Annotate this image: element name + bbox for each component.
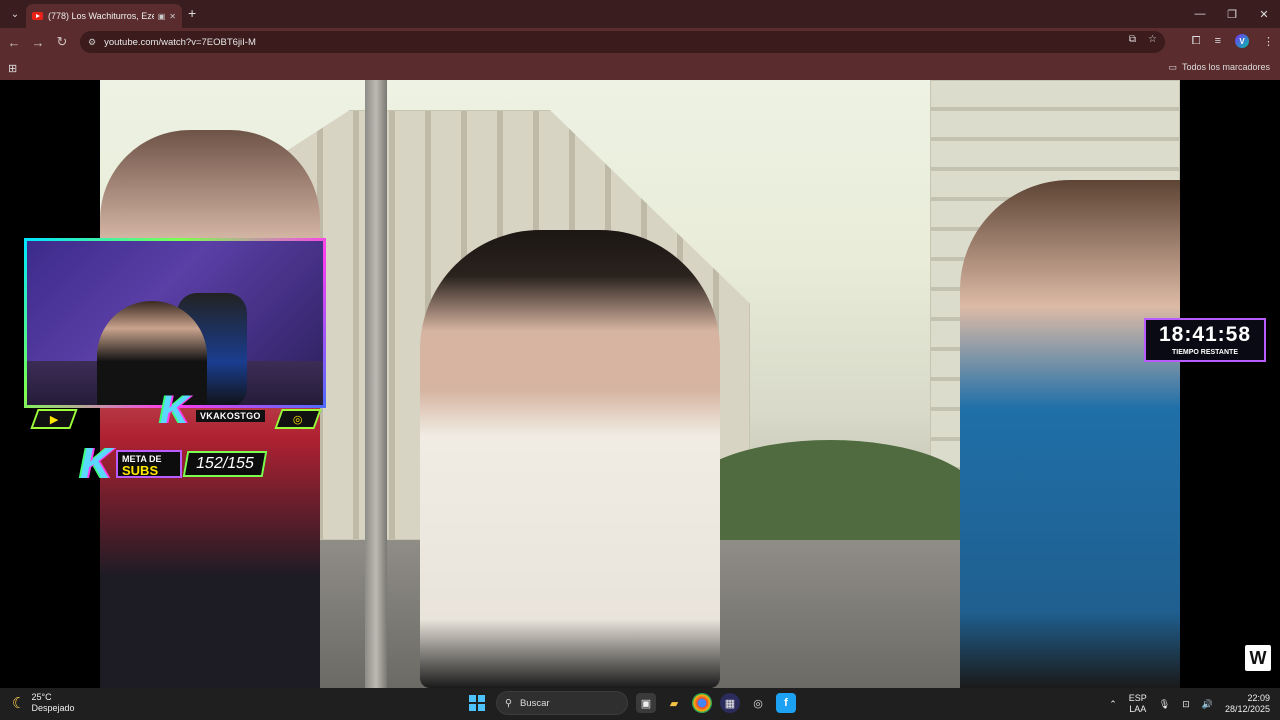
street-pole [365, 80, 387, 688]
microphone-icon[interactable]: 🎙 [1159, 699, 1170, 710]
taskbar: ☾ 25°C Despejado ⚲ Buscar ▣ ▰ ▦ ◎ f ⌃ ES… [0, 688, 1280, 720]
dancer-right [960, 180, 1180, 688]
lang-layout: LAA [1129, 704, 1147, 714]
dancer-center [420, 230, 720, 688]
weather-condition: Despejado [31, 703, 75, 713]
k-logo: K [160, 388, 189, 432]
moon-icon: ☾ [12, 695, 26, 712]
restore-button[interactable]: ❐ [1216, 0, 1248, 28]
timer-value: 18:41:58 [1158, 323, 1252, 346]
countdown-timer: 18:41:58 TIEMPO RESTANTE [1144, 318, 1266, 362]
watermark-badge: W [1245, 645, 1271, 671]
webcam-frame [24, 238, 326, 408]
apps-grid-icon[interactable]: ⊞ [8, 62, 17, 75]
menu-icon[interactable]: ⋮ [1263, 35, 1274, 48]
subs-goal-label: META DE SUBS [116, 450, 182, 478]
back-button[interactable]: ← [2, 35, 26, 50]
site-info-icon[interactable]: ⚙ [88, 37, 96, 48]
bookmarks-bar: ⊞ ▭ Todos los marcadores [0, 56, 1280, 80]
facebook-icon[interactable]: f [776, 693, 796, 713]
k-logo-small: K [80, 439, 112, 488]
clock[interactable]: 22:09 28/12/2025 [1225, 693, 1270, 715]
media-icon[interactable]: ▣ [158, 12, 166, 21]
task-view-icon[interactable]: ▣ [636, 693, 656, 713]
network-icon[interactable]: ⊡ [1182, 699, 1190, 710]
app-icon[interactable]: ▦ [720, 693, 740, 713]
url-text: youtube.com/watch?v=7EOBT6jiI-M [104, 36, 256, 48]
youtube-icon [32, 12, 43, 20]
window-controls: — ❐ ✕ [1184, 0, 1280, 28]
volume-icon[interactable]: 🔊 [1202, 699, 1213, 710]
clock-date: 28/12/2025 [1224, 704, 1270, 714]
temperature: 25°C [31, 692, 52, 702]
browser-toolbar: ← → ↻ ⚙ youtube.com/watch?v=7EOBT6jiI-M … [0, 28, 1280, 56]
chrome-icon[interactable] [692, 693, 712, 713]
search-placeholder: Buscar [519, 697, 550, 709]
youtube-social-icon: ▶ [30, 409, 78, 429]
streamer-handle: VKAKOSTGO [196, 410, 265, 422]
tab-youtube[interactable]: (778) Los Wachiturros, Ezeq ▣ ✕ [26, 4, 182, 28]
extensions-icon[interactable]: ⧠ [1192, 35, 1201, 48]
tab-strip: ⌄ (778) Los Wachiturros, Ezeq ▣ ✕ + — ❐ … [0, 0, 1280, 28]
close-tab-icon[interactable]: ✕ [169, 12, 176, 21]
reload-button[interactable]: ↻ [50, 34, 74, 50]
subs-goal-widget: K META DE SUBS 152/155 [80, 440, 268, 488]
minimize-button[interactable]: — [1184, 0, 1216, 28]
timer-label: TIEMPO RESTANTE [1172, 349, 1238, 356]
address-bar[interactable]: ⚙ youtube.com/watch?v=7EOBT6jiI-M ⧉ ☆ [80, 31, 1165, 53]
lang-code: ESP [1128, 693, 1147, 703]
folder-icon: ▭ [1168, 62, 1177, 72]
install-icon[interactable]: ⧉ [1129, 34, 1136, 45]
file-explorer-icon[interactable]: ▰ [664, 693, 684, 713]
language-indicator[interactable]: ESP LAA [1129, 693, 1147, 715]
all-bookmarks-button[interactable]: ▭ Todos los marcadores [1168, 62, 1270, 73]
chevron-up-icon[interactable]: ⌃ [1109, 699, 1117, 710]
taskbar-search[interactable]: ⚲ Buscar [496, 691, 628, 715]
all-bookmarks-label: Todos los marcadores [1181, 62, 1270, 72]
tab-title: (778) Los Wachiturros, Ezeq [48, 11, 154, 21]
media-controls-icon[interactable]: ≡ [1215, 35, 1221, 47]
instagram-social-icon: ◎ [274, 409, 322, 429]
start-button[interactable] [466, 692, 488, 714]
profile-avatar[interactable]: V [1235, 34, 1249, 48]
bookmark-star-icon[interactable]: ☆ [1148, 34, 1157, 45]
subs-count: 152/155 [182, 451, 268, 477]
forward-button[interactable]: → [26, 35, 50, 50]
meta-label-line2: SUBS [122, 463, 159, 478]
new-tab-button[interactable]: + [188, 5, 196, 21]
tab-search-button[interactable]: ⌄ [3, 4, 27, 24]
clock-time: 22:09 [1247, 693, 1270, 703]
search-icon: ⚲ [505, 697, 512, 709]
obs-icon[interactable]: ◎ [748, 693, 768, 713]
close-window-button[interactable]: ✕ [1248, 0, 1280, 28]
weather-widget[interactable]: ☾ 25°C Despejado [12, 692, 74, 714]
system-tray: ⌃ ESP LAA 🎙 ⊡ 🔊 22:09 28/12/2025 [1109, 693, 1270, 715]
